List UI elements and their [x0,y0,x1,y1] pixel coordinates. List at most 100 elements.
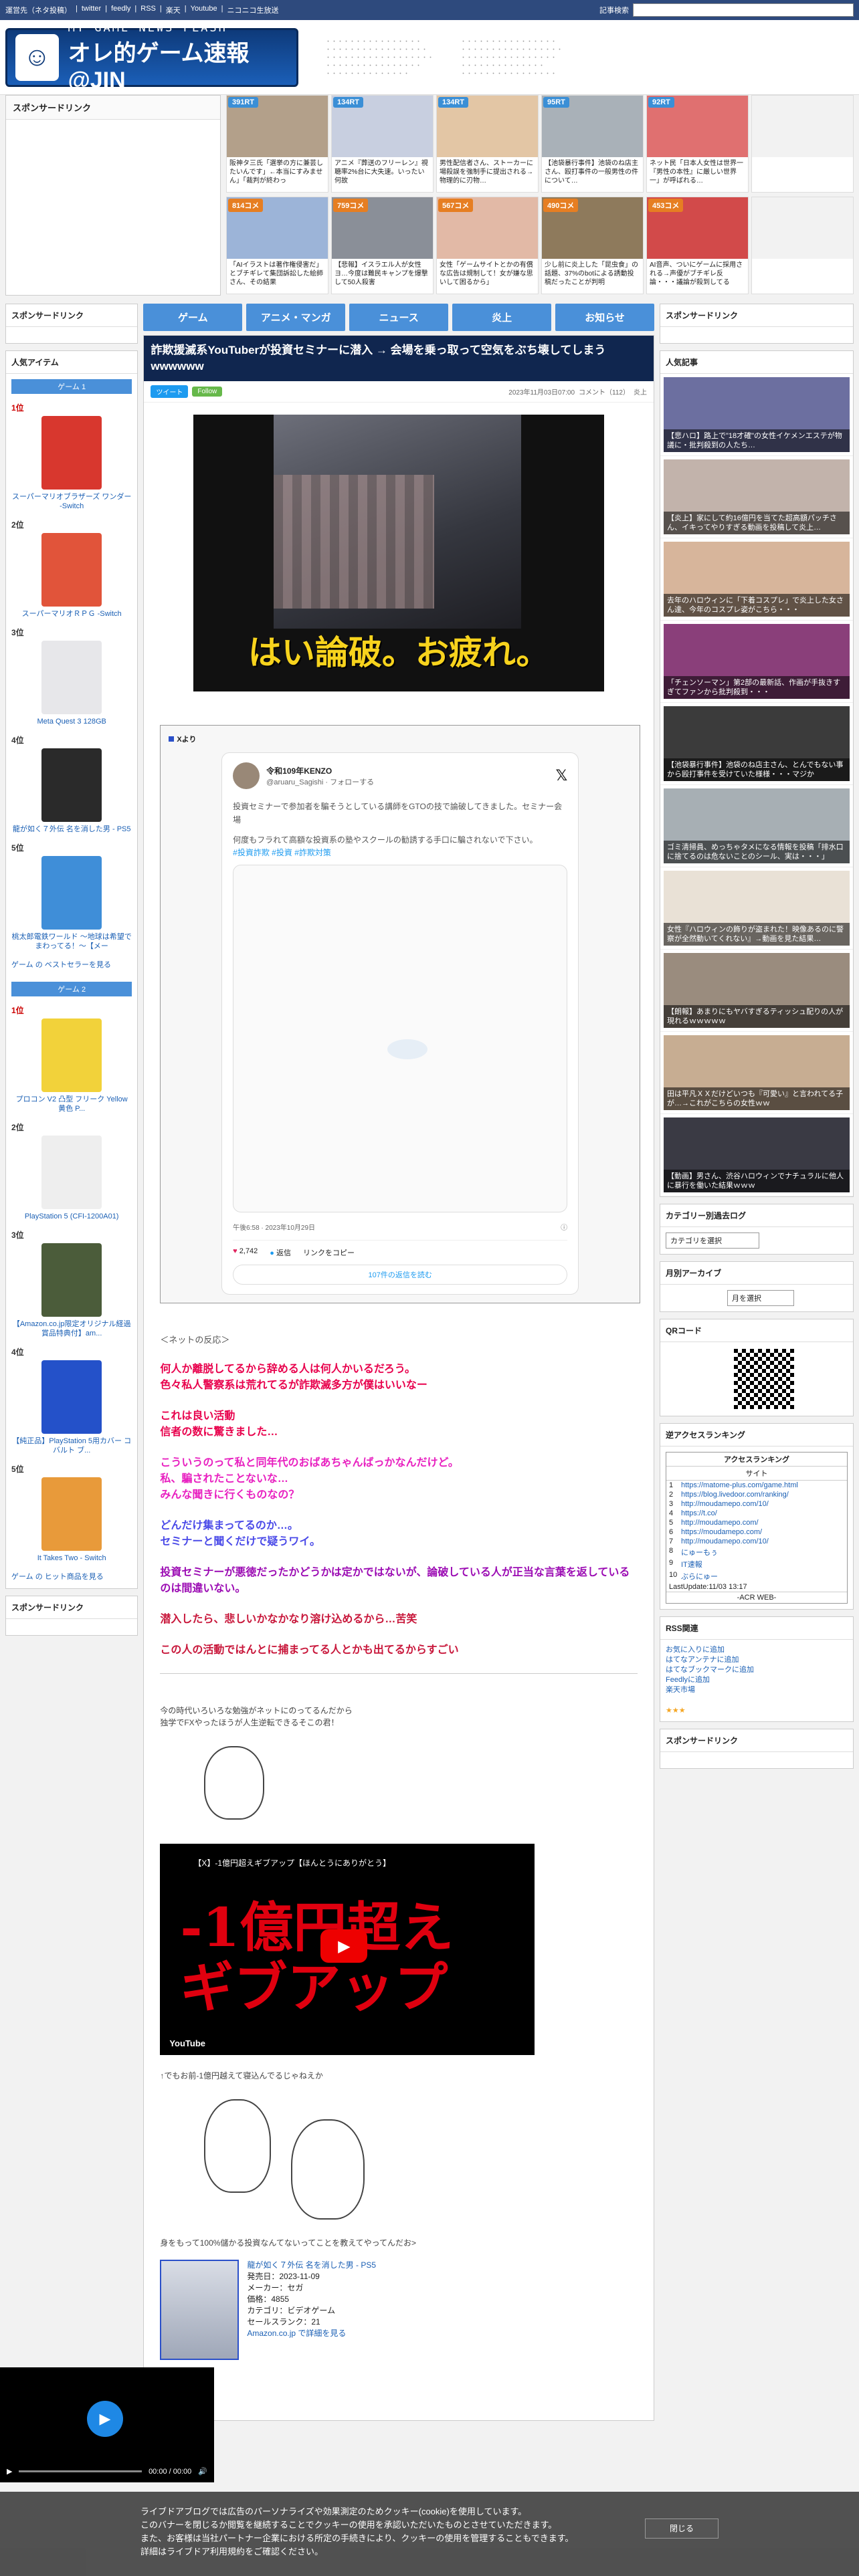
acr-link[interactable]: https://t.co/ [681,1509,717,1517]
product-image[interactable] [41,1243,102,1317]
article-category[interactable]: 炎上 [634,387,647,397]
product-image[interactable] [41,416,102,490]
top-nav-link[interactable]: feedly [111,5,130,15]
volume-icon[interactable]: 🔊 [198,2467,207,2476]
tweet-author-handle[interactable]: @aruaru_Sagishi · フォローする [266,776,374,787]
site-logo[interactable]: ☺ MY GAME NEWS FLASH オレ的ゲーム速報@JIN [5,21,298,93]
product-image[interactable] [41,533,102,607]
popular-article[interactable]: 【池袋暴行事件】池袋のね店主さん、とんでもない事から殴打事件を受けていた様様・・… [660,703,853,785]
popular-article[interactable]: 【炎上】家にして約16億円を当てた超高額パッチさん、イキってやりすぎる動画を投稿… [660,456,853,538]
category-select[interactable]: カテゴリを選択 [666,1232,759,1249]
acr-link[interactable]: http://moudamepo.com/ [681,1519,759,1527]
acr-row[interactable]: 2 https://blog.livedoor.com/ranking/ [666,1490,847,1499]
product-name[interactable]: プロコン V2 凸型 フリーク Yellow 黄色 P... [11,1095,132,1113]
tweet-author-name[interactable]: 令和109年KENZO [266,765,374,776]
popular-article[interactable]: 田は平凡ＸＸだけどいつも『可愛い』と言われてる子が…→これがこちらの女性ｗｗ [660,1032,853,1114]
acr-link[interactable]: IT速報 [681,1559,702,1570]
popular-article[interactable]: 【悲ハロ】路上で"18才確"の女性イケメンエステが物議に・批判殺到の人たち… [660,374,853,456]
product-image[interactable] [160,2260,240,2360]
product-image[interactable] [41,641,102,714]
play-button-icon[interactable]: ▶ [87,2401,123,2437]
acr-foot[interactable]: -ACR WEB- [666,1592,847,1603]
ranking-item[interactable]: 2位 スーパーマリオＲＰＧ -Switch [6,516,137,624]
product-image[interactable] [41,856,102,930]
popular-article[interactable]: 【朗報】あまりにもヤバすぎるティッシュ配りの人が現れるｗｗｗｗｗ [660,950,853,1032]
cookie-close-button[interactable]: 閉じる [644,2518,719,2539]
rss-link[interactable]: はてなブックマークに追加 [666,1666,754,1674]
acr-row[interactable]: 9 IT速報 [666,1558,847,1570]
comment-link[interactable]: コメント（112） [579,387,630,397]
rss-link[interactable]: はてなアンテナに追加 [666,1656,739,1664]
acr-row[interactable]: 10 ぶらにゅー [666,1570,847,1582]
thumbnail-card[interactable]: 95RT 【池袋暴行事件】池袋のね店主さん、殴打事件の一般男性の件について… [541,95,644,193]
info-icon[interactable]: ⓘ [561,1222,567,1232]
ranking-item[interactable]: 5位 桃太郎電鉄ワールド ～地球は希望でまわってる！～【メー [6,839,137,956]
ranking-item[interactable]: 1位 スーパーマリオブラザーズ ワンダー -Switch [6,399,137,516]
product-name[interactable]: スーパーマリオＲＰＧ -Switch [11,609,132,619]
acr-row[interactable]: 6 https://moudamepo.com/ [666,1527,847,1537]
month-select[interactable]: 月を選択 [727,1290,794,1306]
product-name[interactable]: 【純正品】PlayStation 5用カバー コバルト ブ... [11,1436,132,1455]
acr-row[interactable]: 7 http://moudamepo.com/10/ [666,1537,847,1546]
acr-row[interactable]: 3 http://moudamepo.com/10/ [666,1499,847,1509]
game2-more-link[interactable]: ゲーム の ヒット商品を見る [6,1568,137,1588]
popular-article[interactable]: ゴミ清掃員、めっちゃタメになる情報を投稿「排水口に捨てるのは危ないことのシール、… [660,785,853,867]
ranking-item[interactable]: 3位 Meta Quest 3 128GB [6,624,137,732]
popular-article[interactable]: 【動画】男さん、渋谷ハロウィンでナチュラルに他人に暴行を働いた結果ｗｗｗ [660,1114,853,1196]
youtube-embed[interactable]: 【X】-1億円超えギブアップ【ほんとうにありがとう】 -1億円超え ギブアップ … [160,1844,535,2055]
product-image[interactable] [41,1136,102,1209]
acr-row[interactable]: 1 https://matome-plus.com/game.html [666,1481,847,1490]
product-name[interactable]: 【Amazon.co.jp限定オリジナル経過賞品特典付】am... [11,1319,132,1338]
category-tab[interactable]: ニュース [349,304,449,331]
article-title[interactable]: 詐欺援滅系YouTuberが投資セミナーに潜入 → 会場を乗っ取って空気をぶち壊… [144,336,654,381]
product-image[interactable] [41,1018,102,1092]
product-image[interactable] [41,1360,102,1434]
product-name[interactable]: Meta Quest 3 128GB [11,717,132,726]
genre-head-2[interactable]: ゲーム 2 [11,982,132,996]
follow-button[interactable]: Follow [192,387,223,397]
search-input[interactable] [633,3,854,17]
tweet-button[interactable]: ツイート [151,385,189,398]
audio-progress-bar[interactable] [19,2470,142,2472]
product-detail-link[interactable]: Amazon.co.jp で詳細を見る [247,2329,346,2338]
acr-link[interactable]: https://matome-plus.com/game.html [681,1481,798,1489]
product-image[interactable] [41,1477,102,1551]
top-nav-link[interactable]: Youtube [191,5,217,15]
category-tab[interactable]: お知らせ [555,304,655,331]
tweet-hashtags[interactable]: #投資詐欺 #投資 #詐欺対策 [233,847,567,858]
youtube-logo[interactable]: YouTube [169,2038,205,2048]
popular-article[interactable]: 女性『ハロウィンの飾りが盗まれた！映像あるのに警察が全然動いてくれない』→動画を… [660,867,853,950]
acr-row[interactable]: 5 http://moudamepo.com/ [666,1518,847,1527]
product-name[interactable]: 桃太郎電鉄ワールド ～地球は希望でまわってる！～【メー [11,932,132,951]
thumbnail-card[interactable]: 490コメ 少し前に炎上した「昆虫食」の話題、37%のbotによる誘動投稿だったこ… [541,197,644,294]
product-name[interactable]: スーパーマリオブラザーズ ワンダー -Switch [11,492,132,511]
cookie-text-4[interactable]: 詳細はライブドア利用規約をご確認ください。 [140,2545,719,2559]
product-image[interactable] [41,748,102,822]
popular-article[interactable]: 「チェンソーマン」第2部の最新話、作画が手抜きすぎてファンから批判殺到・・・ [660,621,853,703]
avatar[interactable] [233,762,260,789]
rss-link[interactable]: 楽天市場 [666,1686,695,1694]
thumbnail-card[interactable]: 134RT アニメ『葬送のフリーレン』視聴率2%台に大失速。いったい何故 [331,95,434,193]
top-nav-link[interactable]: ニコニコ生放送 [227,5,278,15]
small-play-icon[interactable]: ▶ [7,2467,12,2476]
ranking-item[interactable]: 1位 プロコン V2 凸型 フリーク Yellow 黄色 P... [6,1002,137,1119]
category-tab[interactable]: アニメ・マンガ [246,304,346,331]
ranking-item[interactable]: 4位 【純正品】PlayStation 5用カバー コバルト ブ... [6,1344,137,1461]
thumbnail-card[interactable]: 391RT 阪神タ三氏「選挙の方に兼芸したいんです」←本当にすみません」「裁判が終… [226,95,328,193]
thumbnail-card[interactable]: 759コメ 【悲報】イスラエル人が女性ヨ…今度は難民キャンプを爆撃して50人殺害 [331,197,434,294]
video-title[interactable]: 【X】-1億円超えギブアップ【ほんとうにありがとう】 [193,1857,391,1868]
thumbnail-card[interactable]: 134RT 男性配信者さん、ストーカーに場殺誤を強制手に提出される→物理的に刃物… [436,95,539,193]
acr-row[interactable]: 8 にゅーもぅ [666,1546,847,1558]
ranking-item[interactable]: 3位 【Amazon.co.jp限定オリジナル経過賞品特典付】am... [6,1226,137,1344]
ranking-item[interactable]: 4位 龍が如く７外伝 名を消した男 - PS5 [6,732,137,839]
genre-head-1[interactable]: ゲーム 1 [11,379,132,394]
product-name[interactable]: 龍が如く７外伝 名を消した男 - PS5 [247,2260,376,2270]
top-nav-link[interactable]: twitter [82,5,101,15]
top-nav-link[interactable]: RSS [140,5,156,15]
acr-link[interactable]: https://blog.livedoor.com/ranking/ [681,1491,789,1499]
x-logo-icon[interactable]: 𝕏 [555,767,567,784]
like-button[interactable]: ♥ 2,742 [233,1247,258,1258]
acr-link[interactable]: http://moudamepo.com/10/ [681,1500,769,1508]
product-name[interactable]: 龍が如く７外伝 名を消した男 - PS5 [11,825,132,834]
thumbnail-card[interactable]: 92RT ネット民「日本人女性は世界一『男性の本性』に厳しい世界一」が呼ばれる… [646,95,749,193]
